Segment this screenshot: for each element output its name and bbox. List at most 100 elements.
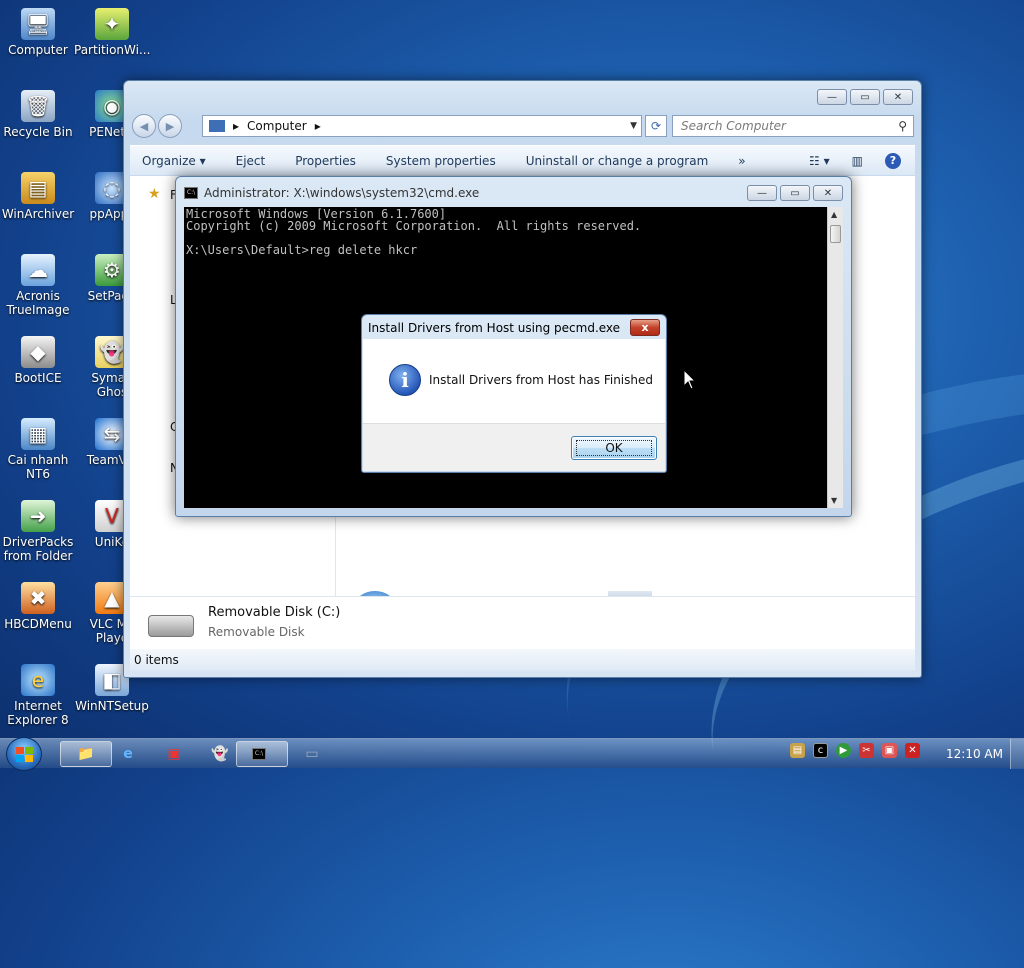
scroll-down-icon[interactable]: ▼ <box>831 496 837 505</box>
back-button[interactable]: ◀ <box>132 114 156 138</box>
start-button[interactable] <box>6 737 42 771</box>
address-bar[interactable]: ▸ Computer ▸ ▼ <box>202 115 642 137</box>
internet-explorer-icon: e <box>123 746 133 762</box>
info-icon: i <box>389 364 421 396</box>
desktop-icon-winarchiver[interactable]: ▤ WinArchiver <box>0 172 76 221</box>
tray-app-icon[interactable]: ▤ <box>790 743 805 758</box>
close-button[interactable]: ✕ <box>813 185 843 201</box>
install-nt6-icon: ▦ <box>21 418 55 450</box>
change-view-button[interactable]: ☷ ▾ <box>809 154 830 168</box>
dialog-title: Install Drivers from Host using pecmd.ex… <box>368 321 621 335</box>
close-icon: ✕ <box>823 187 833 199</box>
tray-network-icon[interactable]: ▣ <box>882 743 897 758</box>
help-icon[interactable]: ? <box>885 152 901 169</box>
desktop-icon-label: Computer <box>8 43 68 57</box>
explorer-window-controls: — ▭ ✕ <box>817 89 913 105</box>
dialog-close-button[interactable]: x <box>630 319 660 336</box>
tray-play-icon[interactable]: ▶ <box>836 743 851 758</box>
system-properties-button[interactable]: System properties <box>386 154 496 168</box>
dialog-window-icon: ▭ <box>305 746 319 762</box>
breadcrumb-separator-icon: ▸ <box>314 119 321 133</box>
forward-button[interactable]: ▶ <box>158 114 182 138</box>
desktop-icon-label: WinNTSetup <box>75 699 149 713</box>
forward-arrow-icon: ▶ <box>165 119 175 133</box>
breadcrumb-computer[interactable]: Computer <box>247 119 307 133</box>
install-drivers-dialog[interactable]: Install Drivers from Host using pecmd.ex… <box>361 314 667 473</box>
cmd-window-controls: — ▭ ✕ <box>747 185 843 201</box>
cmd-icon: C:\ <box>184 187 198 199</box>
unikey-icon: ▣ <box>167 746 181 762</box>
clock[interactable]: 12:10 AM <box>946 747 1003 761</box>
taskbar-internet-explorer[interactable]: e <box>102 741 154 767</box>
ok-label: OK <box>576 440 652 456</box>
item-count: 0 items <box>134 653 179 667</box>
view-icon: ☷ ▾ <box>809 153 830 168</box>
recycle-bin-icon: 🗑 <box>21 90 55 122</box>
tray-cmd-icon[interactable]: c <box>813 743 828 758</box>
taskbar-dialog[interactable]: ▭ <box>286 741 338 767</box>
desktop-icon-computer[interactable]: 🖥 Computer <box>0 8 76 57</box>
ok-button[interactable]: OK <box>571 436 657 460</box>
mouse-cursor-icon <box>683 369 697 390</box>
symantec-ghost-icon: 👻 <box>211 746 229 762</box>
folder-icon: 📁 <box>77 746 95 762</box>
refresh-icon: ⟳ <box>650 119 662 133</box>
more-commands-button[interactable]: » <box>738 154 745 168</box>
maximize-icon: ▭ <box>860 91 870 103</box>
system-tray: ▤ c ▶ ✂ ▣ ✕ <box>790 743 920 758</box>
maximize-button[interactable]: ▭ <box>850 89 880 105</box>
view-controls: ☷ ▾ ▥ ? <box>809 152 901 169</box>
desktop-icon-label: BootICE <box>14 371 62 385</box>
organize-label: Organize <box>142 153 196 168</box>
desktop-icon-ie8[interactable]: e Internet Explorer 8 <box>0 664 76 727</box>
close-button[interactable]: ✕ <box>883 89 913 105</box>
drive-item[interactable]: Removable Disk (C:) Removable Disk <box>130 596 915 654</box>
search-input[interactable]: Search Computer ⚲ <box>672 115 914 137</box>
desktop-icon-nt6[interactable]: ▦ Cai nhanh NT6 <box>0 418 76 481</box>
scroll-up-icon[interactable]: ▲ <box>831 210 837 219</box>
hbcd-menu-icon: ✖ <box>21 582 55 614</box>
cmd-title-bar: C:\ Administrator: X:\windows\system32\c… <box>184 186 479 200</box>
desktop-icon-hbcdmenu[interactable]: ✖ HBCDMenu <box>0 582 76 631</box>
maximize-button[interactable]: ▭ <box>780 185 810 201</box>
scroll-thumb[interactable] <box>830 225 841 243</box>
desktop-icon-partitionwizard[interactable]: ✦ PartitionWi... <box>74 8 150 57</box>
bootice-icon: ◆ <box>21 336 55 368</box>
refresh-button[interactable]: ⟳ <box>645 115 667 137</box>
desktop-icon-driverpacks[interactable]: ➜ DriverPacks from Folder <box>0 500 76 563</box>
drive-name: Removable Disk (C:) <box>208 605 341 620</box>
driverpacks-icon: ➜ <box>21 500 55 532</box>
desktop-icon-label: HBCDMenu <box>4 617 72 631</box>
minimize-icon: — <box>757 187 767 199</box>
console-scrollbar[interactable]: ▲ ▼ <box>827 207 843 508</box>
search-icon[interactable]: ⚲ <box>898 119 907 133</box>
computer-icon: 🖥 <box>21 8 55 40</box>
desktop-icon-acronis[interactable]: ☁ Acronis TrueImage <box>0 254 76 317</box>
preview-pane-button[interactable]: ▥ <box>852 154 863 168</box>
minimize-button[interactable]: — <box>747 185 777 201</box>
uninstall-program-button[interactable]: Uninstall or change a program <box>526 154 709 168</box>
desktop-icon-bootice[interactable]: ◆ BootICE <box>0 336 76 385</box>
dialog-footer: OK <box>363 423 665 471</box>
back-arrow-icon: ◀ <box>139 119 149 133</box>
chevron-down-icon: ▾ <box>199 153 206 168</box>
desktop-icon-label: Cai nhanh NT6 <box>7 453 69 481</box>
show-desktop-button[interactable] <box>1010 739 1024 769</box>
command-bar: Organize ▾ Eject Properties System prope… <box>130 145 915 175</box>
address-dropdown-icon[interactable]: ▼ <box>630 121 637 131</box>
maximize-icon: ▭ <box>790 187 800 199</box>
properties-button[interactable]: Properties <box>295 154 356 168</box>
winarchiver-icon: ▤ <box>21 172 55 204</box>
taskbar-cmd[interactable]: C:\ <box>236 741 288 767</box>
tray-tool-icon[interactable]: ✂ <box>859 743 874 758</box>
organize-button[interactable]: Organize ▾ <box>142 154 206 168</box>
minimize-button[interactable]: — <box>817 89 847 105</box>
console-line: X:\Users\Default>reg delete hkcr <box>186 243 418 257</box>
desktop-icon-recycle-bin[interactable]: 🗑 Recycle Bin <box>0 90 76 139</box>
console-line: Copyright (c) 2009 Microsoft Corporation… <box>186 219 642 233</box>
minimize-icon: — <box>827 91 837 103</box>
drive-type: Removable Disk <box>208 625 305 639</box>
eject-button[interactable]: Eject <box>236 154 266 168</box>
tray-volume-muted-icon[interactable]: ✕ <box>905 743 920 758</box>
taskbar-unikey[interactable]: ▣ <box>148 741 200 767</box>
